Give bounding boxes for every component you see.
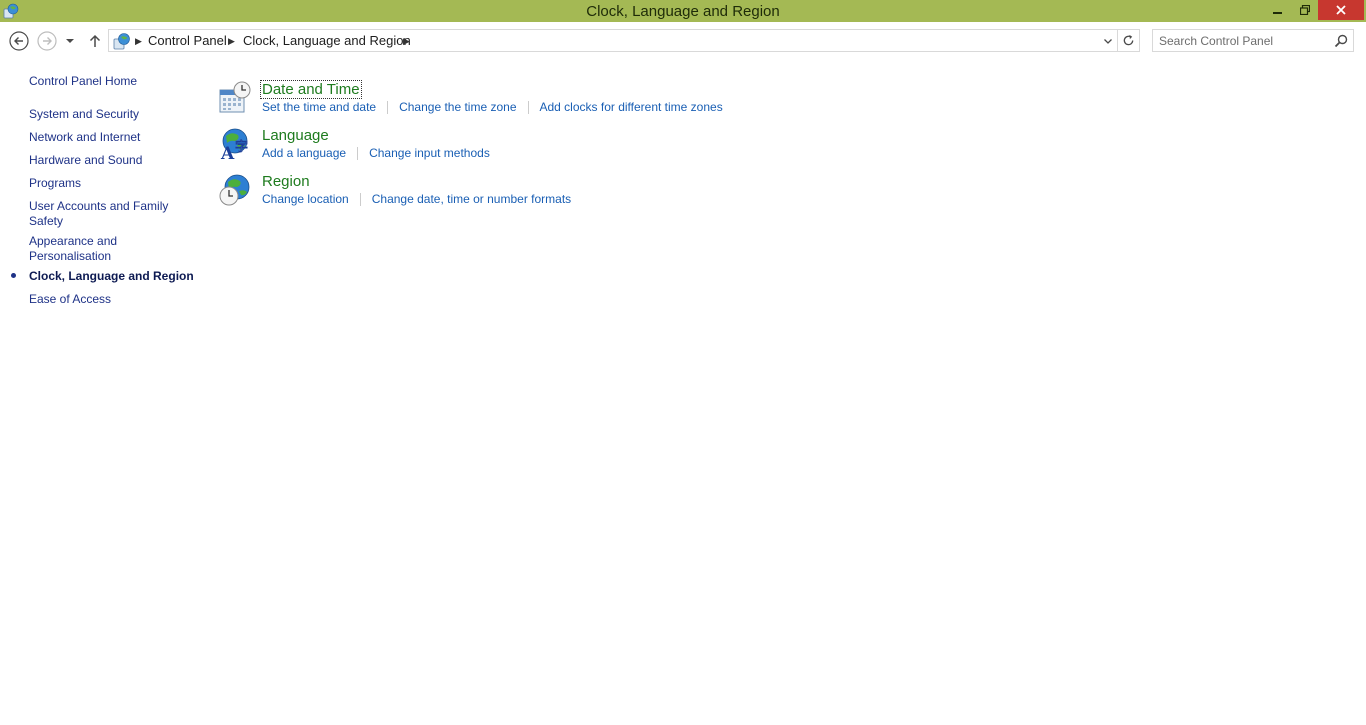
change-time-zone-link[interactable]: Change the time zone bbox=[399, 100, 516, 114]
current-item-bullet bbox=[11, 273, 16, 278]
breadcrumb-separator-icon[interactable]: ▶ bbox=[228, 36, 235, 47]
breadcrumb-separator-icon[interactable]: ▶ bbox=[135, 36, 142, 47]
forward-arrow-icon bbox=[37, 31, 57, 51]
close-button[interactable] bbox=[1318, 0, 1364, 20]
sidebar-item-ease-of-access[interactable]: Ease of Access bbox=[29, 292, 194, 307]
restore-icon bbox=[1299, 5, 1310, 15]
breadcrumb-clock-language-region[interactable]: Clock, Language and Region bbox=[243, 33, 411, 48]
window-title: Clock, Language and Region bbox=[586, 3, 780, 20]
date-time-tasks: Set the time and date Change the time zo… bbox=[262, 100, 723, 114]
svg-text:字: 字 bbox=[235, 139, 248, 155]
svg-text:A: A bbox=[220, 144, 235, 161]
refresh-button[interactable] bbox=[1117, 30, 1139, 51]
breadcrumb-control-panel[interactable]: Control Panel bbox=[148, 33, 227, 48]
language-globe-icon: A 字 bbox=[220, 128, 248, 161]
control-panel-icon bbox=[113, 33, 130, 50]
search-input[interactable] bbox=[1159, 32, 1329, 49]
minimize-button[interactable] bbox=[1264, 0, 1291, 20]
set-time-date-link[interactable]: Set the time and date bbox=[262, 100, 376, 114]
link-divider bbox=[387, 100, 389, 114]
back-button[interactable] bbox=[8, 30, 30, 52]
sidebar-item-hardware-sound[interactable]: Hardware and Sound bbox=[29, 153, 194, 168]
sidebar-item-clock-language-region[interactable]: Clock, Language and Region bbox=[29, 269, 194, 284]
sidebar-item-appearance[interactable]: Appearance and Personalisation bbox=[29, 234, 129, 264]
region-globe-clock-icon bbox=[219, 174, 250, 206]
sidebar-item-control-panel-home[interactable]: Control Panel Home bbox=[29, 74, 194, 89]
region-link[interactable]: Region bbox=[262, 173, 310, 190]
close-icon bbox=[1336, 5, 1346, 15]
back-arrow-icon bbox=[9, 31, 29, 51]
up-button[interactable] bbox=[84, 30, 106, 52]
address-bar[interactable]: ▶ Control Panel ▶ Clock, Language and Re… bbox=[108, 29, 1140, 52]
change-formats-link[interactable]: Change date, time or number formats bbox=[372, 192, 571, 206]
search-icon[interactable] bbox=[1333, 33, 1349, 49]
recent-locations-button[interactable] bbox=[62, 30, 78, 52]
minimize-icon bbox=[1272, 12, 1282, 14]
address-dropdown-button[interactable] bbox=[1099, 30, 1117, 51]
add-language-link[interactable]: Add a language bbox=[262, 146, 346, 160]
breadcrumb-separator-icon[interactable]: ▶ bbox=[403, 36, 410, 47]
up-arrow-icon bbox=[89, 34, 101, 47]
sidebar-item-network-internet[interactable]: Network and Internet bbox=[29, 130, 194, 145]
sidebar-item-system-security[interactable]: System and Security bbox=[29, 107, 194, 122]
calendar-clock-icon bbox=[219, 81, 251, 113]
chevron-down-icon bbox=[66, 39, 74, 43]
refresh-icon bbox=[1123, 34, 1134, 46]
change-input-methods-link[interactable]: Change input methods bbox=[369, 146, 490, 160]
link-divider bbox=[359, 192, 361, 206]
language-link[interactable]: Language bbox=[262, 127, 329, 144]
date-time-link[interactable]: Date and Time bbox=[260, 80, 362, 99]
region-tasks: Change location Change date, time or num… bbox=[262, 192, 571, 206]
sidebar-item-user-accounts[interactable]: User Accounts and Family Safety bbox=[29, 199, 174, 229]
restore-button[interactable] bbox=[1291, 0, 1318, 20]
forward-button[interactable] bbox=[36, 30, 58, 52]
language-tasks: Add a language Change input methods bbox=[262, 146, 490, 160]
add-clocks-link[interactable]: Add clocks for different time zones bbox=[540, 100, 723, 114]
chevron-down-icon bbox=[1104, 38, 1112, 44]
change-location-link[interactable]: Change location bbox=[262, 192, 349, 206]
link-divider bbox=[357, 146, 359, 160]
link-divider bbox=[527, 100, 529, 114]
sidebar-item-programs[interactable]: Programs bbox=[29, 176, 194, 191]
title-bar: Clock, Language and Region bbox=[0, 0, 1366, 22]
search-box bbox=[1152, 29, 1354, 52]
